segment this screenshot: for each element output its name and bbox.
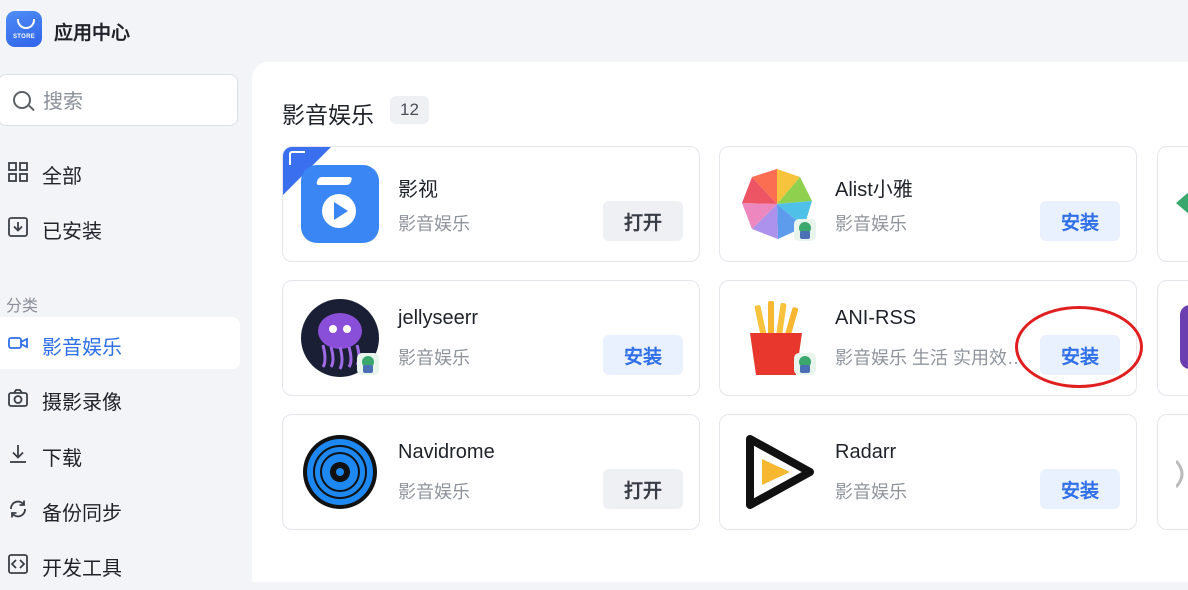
download-icon	[10, 445, 26, 463]
sync-icon	[10, 500, 26, 518]
yingshi-icon	[301, 165, 379, 243]
ribbon-mark-icon	[289, 151, 305, 165]
sidebar-item-label: 已安装	[42, 221, 102, 243]
app-name: Radarr	[835, 441, 897, 463]
app-card-partial[interactable]	[1157, 146, 1188, 262]
app-card[interactable]: Radarr 影音娱乐 安装	[719, 414, 1137, 530]
app-card[interactable]: 影视 影音娱乐 打开	[282, 146, 700, 262]
app-card[interactable]: Navidrome 影音娱乐 打开	[282, 414, 700, 530]
app-category: 影音娱乐 生活 实用效…	[835, 348, 1026, 368]
sidebar-item-label: 备份同步	[42, 503, 122, 525]
sidebar-item-backup-sync[interactable]: 备份同步	[0, 483, 240, 535]
download-box-icon	[8, 217, 28, 237]
jellyseerr-icon	[301, 299, 379, 377]
sidebar-item-media-entertainment[interactable]: 影音娱乐	[0, 317, 240, 369]
camera-icon	[8, 389, 28, 407]
open-button[interactable]: 打开	[603, 201, 683, 241]
install-button[interactable]: 安装	[1040, 469, 1120, 509]
category-title: 影音娱乐	[282, 102, 374, 128]
sidebar-item-all[interactable]: 全部	[0, 146, 240, 198]
section-label-category: 分类	[6, 298, 39, 315]
open-button[interactable]: 打开	[603, 469, 683, 509]
main-content: 影音娱乐 12 影视 影音娱乐 打开 Alist小雅 影音娱乐 安装 jelly…	[252, 62, 1188, 582]
video-camera-icon	[8, 337, 28, 349]
sidebar-item-dev-tools[interactable]: 开发工具	[0, 538, 240, 590]
install-button[interactable]: 安装	[1040, 335, 1120, 375]
app-category: 影音娱乐	[835, 482, 907, 502]
radarr-icon	[746, 435, 814, 509]
sidebar-item-installed[interactable]: 已安装	[0, 201, 240, 253]
sidebar-item-photo-video[interactable]: 摄影录像	[0, 372, 240, 424]
app-icon-partial	[1180, 305, 1188, 369]
sidebar-item-label: 开发工具	[42, 558, 122, 580]
app-name: jellyseerr	[398, 307, 479, 329]
app-icon-partial	[1176, 192, 1188, 214]
app-name: 影视	[398, 179, 438, 201]
code-icon	[8, 554, 28, 574]
app-category: 影音娱乐	[398, 482, 470, 502]
sidebar-item-label: 全部	[42, 166, 82, 188]
search-icon	[13, 91, 31, 109]
app-category: 影音娱乐	[398, 348, 470, 368]
app-category: 影音娱乐	[398, 214, 470, 234]
search-input[interactable]	[41, 87, 225, 117]
search-box[interactable]	[0, 74, 238, 126]
alist-xiaoya-icon	[742, 169, 816, 241]
sidebar-item-label: 影音娱乐	[42, 337, 122, 359]
app-name: Alist小雅	[835, 179, 913, 201]
app-card[interactable]: Alist小雅 影音娱乐 安装	[719, 146, 1137, 262]
ani-rss-icon	[750, 301, 816, 375]
app-card[interactable]: ANI-RSS 影音娱乐 生活 实用效… 安装	[719, 280, 1137, 396]
install-button[interactable]: 安装	[1040, 201, 1120, 241]
sidebar-item-download[interactable]: 下载	[0, 428, 240, 480]
app-card-partial[interactable]	[1157, 414, 1188, 530]
app-title: 应用中心	[54, 23, 131, 44]
title-bar: STORE 应用中心	[0, 0, 1188, 62]
app-name: ANI-RSS	[835, 307, 917, 329]
app-icon-partial	[1176, 459, 1184, 489]
grid-icon	[8, 162, 28, 182]
sidebar-item-label: 摄影录像	[42, 392, 122, 414]
logo-text: STORE	[12, 34, 36, 40]
install-button[interactable]: 安装	[603, 335, 683, 375]
navidrome-icon	[303, 435, 377, 509]
app-card[interactable]: jellyseerr 影音娱乐 安装	[282, 280, 700, 396]
app-card-partial[interactable]	[1157, 280, 1188, 396]
sidebar: 全部 已安装 分类 影音娱乐 摄影录像 下载	[0, 62, 252, 580]
app-category: 影音娱乐	[835, 214, 907, 234]
sidebar-item-label: 下载	[42, 448, 82, 470]
app-name: Navidrome	[398, 441, 495, 463]
category-count-badge: 12	[390, 96, 429, 124]
app-store-logo-icon: STORE	[6, 11, 42, 47]
